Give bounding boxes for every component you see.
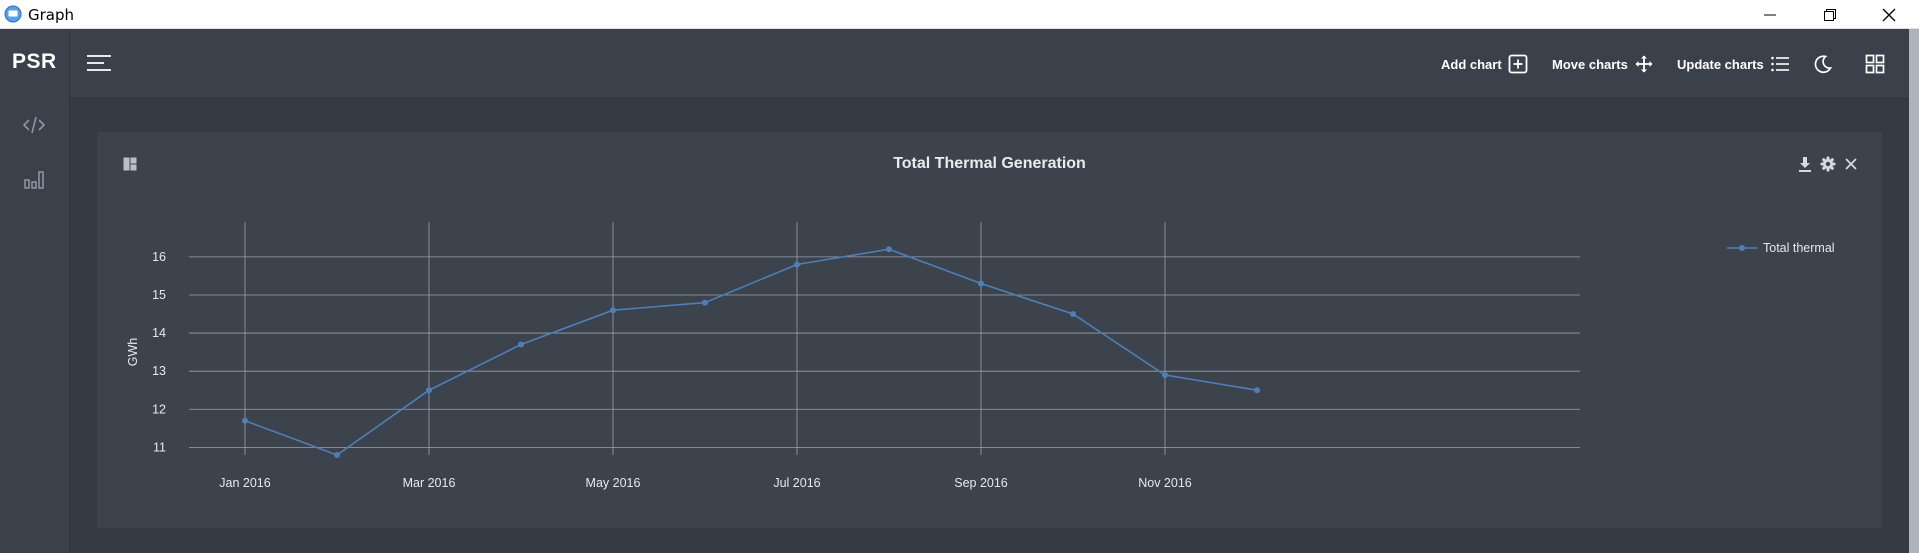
x-tick-label: Nov 2016 — [1138, 476, 1192, 490]
data-point — [610, 307, 616, 314]
close-window-icon — [1882, 8, 1896, 21]
move-charts-label: Move charts — [1552, 56, 1628, 72]
plus-square-icon — [1508, 54, 1528, 74]
minimize-icon — [1764, 14, 1776, 15]
x-tick-label: Mar 2016 — [403, 476, 456, 490]
data-point — [242, 417, 248, 424]
data-point — [1070, 311, 1076, 318]
list-icon — [1770, 56, 1789, 72]
vertical-scrollbar[interactable] — [1909, 29, 1919, 553]
y-axis-label: GWh — [126, 338, 140, 367]
x-tick-label: May 2016 — [586, 476, 641, 490]
data-point — [1162, 371, 1168, 378]
restore-icon — [1824, 8, 1836, 21]
top-toolbar: Add chart Move charts Update charts — [70, 29, 1909, 99]
y-tick-label: 14 — [152, 326, 166, 340]
data-point — [1254, 387, 1260, 394]
sidebar: PSR — [0, 29, 70, 553]
grid-icon[interactable] — [1865, 54, 1885, 74]
line-chart: 11 12 13 14 15 16 Jan 2016 Mar 2016 May 2016 Jul … — [126, 222, 1835, 490]
add-chart-label: Add chart — [1441, 56, 1502, 72]
legend-label: Total thermal — [1763, 241, 1835, 255]
minimize-button[interactable] — [1747, 0, 1793, 29]
restore-button[interactable] — [1807, 0, 1853, 29]
legend-marker — [1739, 245, 1745, 251]
add-chart-button[interactable]: Add chart — [1441, 53, 1528, 75]
menu-icon[interactable] — [86, 52, 112, 74]
data-point — [886, 246, 892, 253]
series-line — [244, 248, 1258, 456]
app-icon — [4, 5, 22, 23]
data-point — [518, 341, 524, 348]
close-window-button[interactable] — [1866, 0, 1912, 29]
update-charts-label: Update charts — [1677, 56, 1764, 72]
data-point — [334, 452, 340, 458]
x-tick-label: Sep 2016 — [954, 476, 1008, 490]
data-point — [794, 261, 800, 268]
x-tick-label: Jul 2016 — [773, 476, 820, 490]
data-point — [978, 280, 984, 287]
window-titlebar: Graph — [0, 0, 1919, 29]
update-charts-button[interactable]: Update charts — [1677, 53, 1790, 75]
y-tick-label: 12 — [152, 402, 166, 416]
data-point — [426, 387, 432, 394]
move-arrows-icon — [1635, 55, 1653, 73]
chart-card: Total Thermal Generation 11 12 13 14 15 16 Jan… — [97, 132, 1882, 528]
window-title: Graph — [28, 6, 75, 24]
y-tick-label: 15 — [152, 288, 166, 302]
y-tick-label: 16 — [152, 250, 166, 264]
x-tick-label: Jan 2016 — [219, 476, 270, 490]
moon-icon[interactable] — [1813, 54, 1833, 74]
y-tick-label: 11 — [153, 440, 166, 454]
y-tick-label: 13 — [152, 364, 166, 378]
data-point — [702, 299, 708, 306]
bar-chart-icon[interactable] — [22, 168, 46, 192]
code-icon[interactable] — [22, 113, 46, 137]
move-charts-button[interactable]: Move charts — [1552, 53, 1654, 75]
brand-logo: PSR — [12, 50, 57, 73]
